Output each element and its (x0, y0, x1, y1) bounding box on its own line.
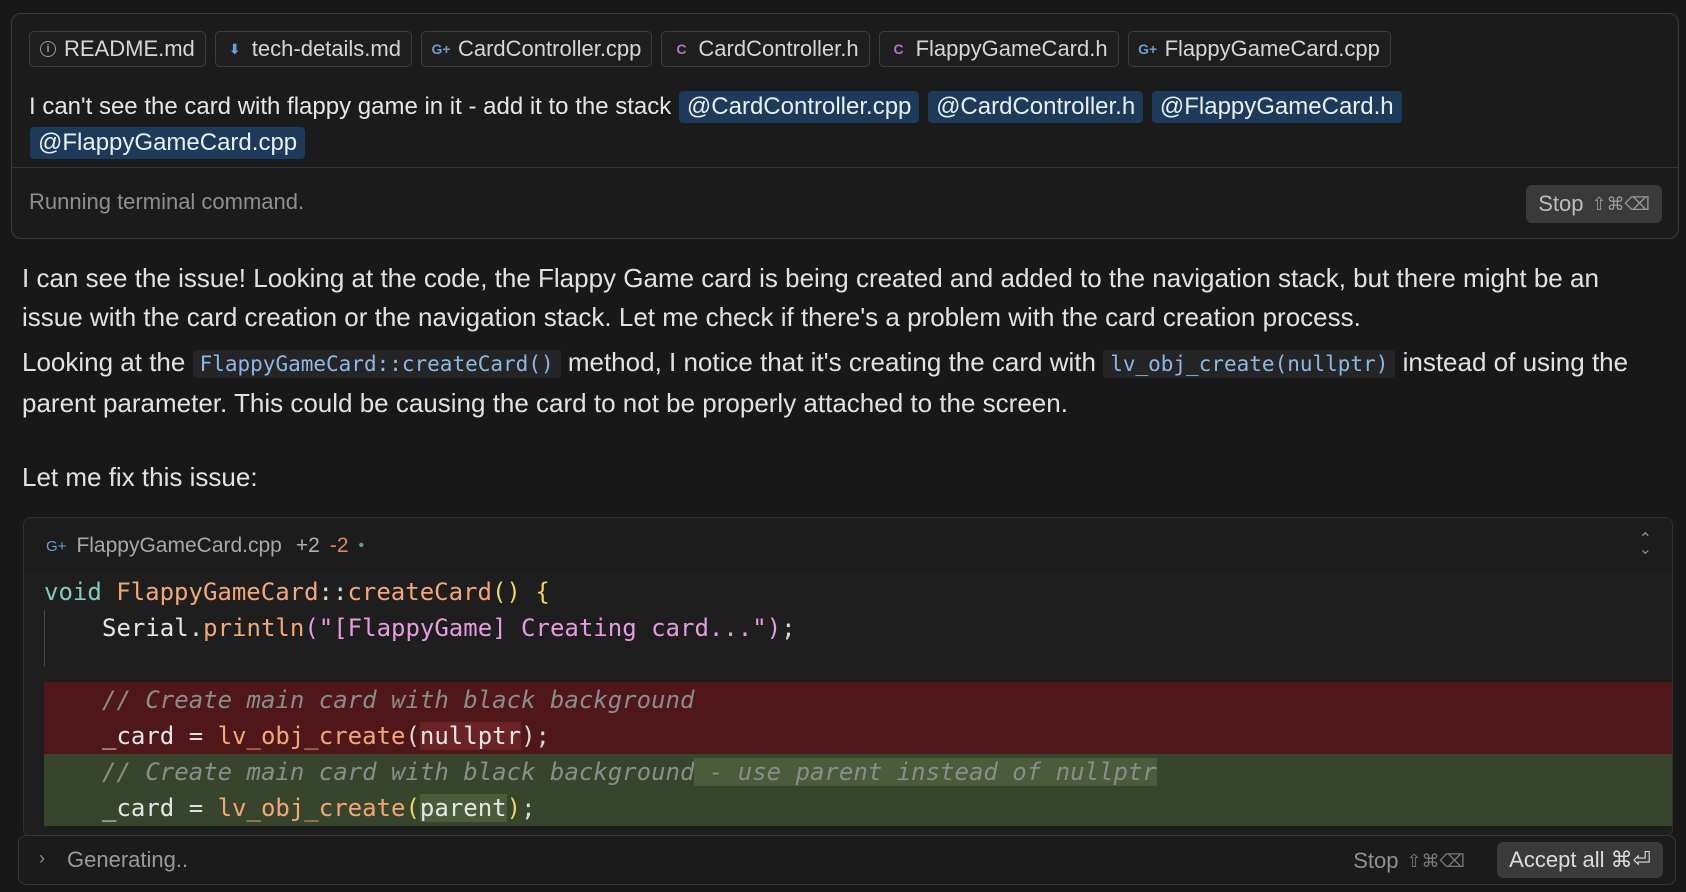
mention-flappygamecard-h[interactable]: @FlappyGameCard.h (1151, 91, 1402, 123)
scope-sep: :: (318, 578, 348, 606)
prompt-body: I can't see the card with flappy game in… (29, 93, 672, 120)
context-chips: i README.md ⬇ tech-details.md G+ CardCon… (29, 31, 1391, 67)
inserted-line-code: _card = lv_obj_create(parent); (44, 790, 1672, 826)
unsaved-dot: • (358, 537, 365, 554)
deleted-line-code: _card = lv_obj_create(nullptr); (44, 718, 1672, 754)
argument: nullptr (419, 722, 522, 750)
context-chip-cardcontroller-cpp[interactable]: G+ CardController.cpp (420, 31, 653, 67)
c-header-icon: C (893, 41, 904, 57)
function-call: lv_obj_create (217, 722, 406, 750)
chip-label: tech-details.md (251, 36, 401, 61)
context-chip-flappygamecard-h[interactable]: C FlappyGameCard.h (878, 31, 1119, 67)
chip-label: FlappyGameCard.h (915, 36, 1108, 61)
c-header-icon: C (676, 41, 687, 57)
chip-label: CardController.h (698, 36, 859, 61)
comment: // Create main card with black backgroun… (102, 686, 695, 714)
context-chip-flappygamecard-cpp[interactable]: G+ FlappyGameCard.cpp (1127, 31, 1391, 67)
p2-text-a: Looking at the (22, 347, 186, 377)
mention-cardcontroller-h[interactable]: @CardController.h (928, 91, 1144, 123)
code-block-header[interactable]: G+ FlappyGameCard.cpp +2 -2 • ⌃ ⌄ (24, 518, 1672, 574)
accept-label: Accept all (1509, 847, 1605, 872)
code-line-2: Serial.println("[FlappyGame] Creating ca… (102, 614, 796, 642)
cpp-file-icon: G+ (431, 41, 451, 57)
function-name: createCard (347, 578, 492, 606)
stop-button[interactable]: Stop ⇧⌘⌫ (1526, 185, 1662, 223)
code-body: void FlappyGameCard::createCard() { Seri… (24, 574, 1672, 826)
assistant-paragraph-3: Let me fix this issue: (22, 462, 258, 492)
code-filename: FlappyGameCard.cpp (76, 534, 282, 557)
comment-added-part: - use parent instead of nullptr (694, 758, 1157, 786)
generating-status: Generating.. (67, 847, 189, 872)
argument: parent (419, 794, 507, 822)
p2-text-b: method, I notice that it's creating the … (567, 347, 1096, 377)
comment: // Create main card with black backgroun… (102, 758, 695, 786)
object-name: Serial (102, 614, 189, 642)
class-name: FlappyGameCard (116, 578, 319, 606)
method-name: println (203, 614, 305, 642)
stop-label: Stop (1538, 191, 1584, 216)
code-diff-block: G+ FlappyGameCard.cpp +2 -2 • ⌃ ⌄ void Fl… (23, 517, 1673, 837)
keyword: void (44, 578, 102, 606)
user-prompt: I can't see the card with flappy game in… (29, 89, 1669, 161)
parens: () (491, 578, 521, 606)
deleted-line-comment: // Create main card with black backgroun… (44, 682, 1672, 718)
accept-shortcut: ⌘⏎ (1610, 847, 1651, 872)
code-line-1: void FlappyGameCard::createCard() { (24, 574, 1672, 610)
chip-label: CardController.cpp (457, 36, 642, 61)
stop-label: Stop (1353, 848, 1399, 873)
context-chip-cardcontroller-h[interactable]: C CardController.h (661, 31, 870, 67)
stop-generating-button[interactable]: Stop ⇧⌘⌫ (1353, 848, 1465, 874)
cpp-file-icon: G+ (1138, 41, 1158, 57)
accept-all-button[interactable]: Accept all ⌘⏎ (1497, 842, 1663, 878)
panel-divider (12, 167, 1678, 168)
mention-cardcontroller-cpp[interactable]: @CardController.cpp (678, 91, 920, 123)
inline-code-lv-obj-create: lv_obj_create(nullptr) (1103, 350, 1396, 378)
string-literal: "[FlappyGame] Creating card..." (318, 614, 767, 642)
markdown-download-icon: ⬇ (228, 40, 241, 57)
inserted-line-comment: // Create main card with black backgroun… (44, 754, 1672, 790)
info-icon: i (40, 41, 56, 57)
expand-collapse-icon[interactable]: ⌃ ⌄ (1639, 532, 1652, 558)
generating-bar: › Generating.. Stop ⇧⌘⌫ Accept all ⌘⏎ (18, 835, 1676, 885)
status-text: Running terminal command. (29, 189, 305, 214)
lines-added: +2 (295, 534, 320, 557)
variable: _card (102, 722, 175, 750)
chip-label: README.md (64, 36, 195, 61)
function-call: lv_obj_create (217, 794, 406, 822)
inline-code-createcard: FlappyGameCard::createCard() (192, 350, 561, 378)
lines-removed: -2 (329, 534, 349, 557)
chip-label: FlappyGameCard.cpp (1164, 36, 1380, 61)
context-chip-readme[interactable]: i README.md (29, 31, 206, 67)
mention-flappygamecard-cpp[interactable]: @FlappyGameCard.cpp (30, 127, 306, 159)
chevron-right-icon[interactable]: › (39, 848, 45, 869)
assistant-paragraph-1: I can see the issue! Looking at the code… (22, 263, 1599, 332)
assistant-paragraph-2: Looking at the FlappyGameCard::createCar… (22, 343, 1662, 423)
context-chip-tech-details[interactable]: ⬇ tech-details.md (214, 31, 412, 67)
stop-shortcut: ⇧⌘⌫ (1591, 193, 1650, 214)
cpp-file-icon: G+ (46, 537, 67, 555)
stop-shortcut: ⇧⌘⌫ (1406, 850, 1465, 871)
open-brace: { (535, 578, 550, 606)
variable: _card (102, 794, 175, 822)
prompt-panel: i README.md ⬇ tech-details.md G+ CardCon… (11, 13, 1679, 239)
